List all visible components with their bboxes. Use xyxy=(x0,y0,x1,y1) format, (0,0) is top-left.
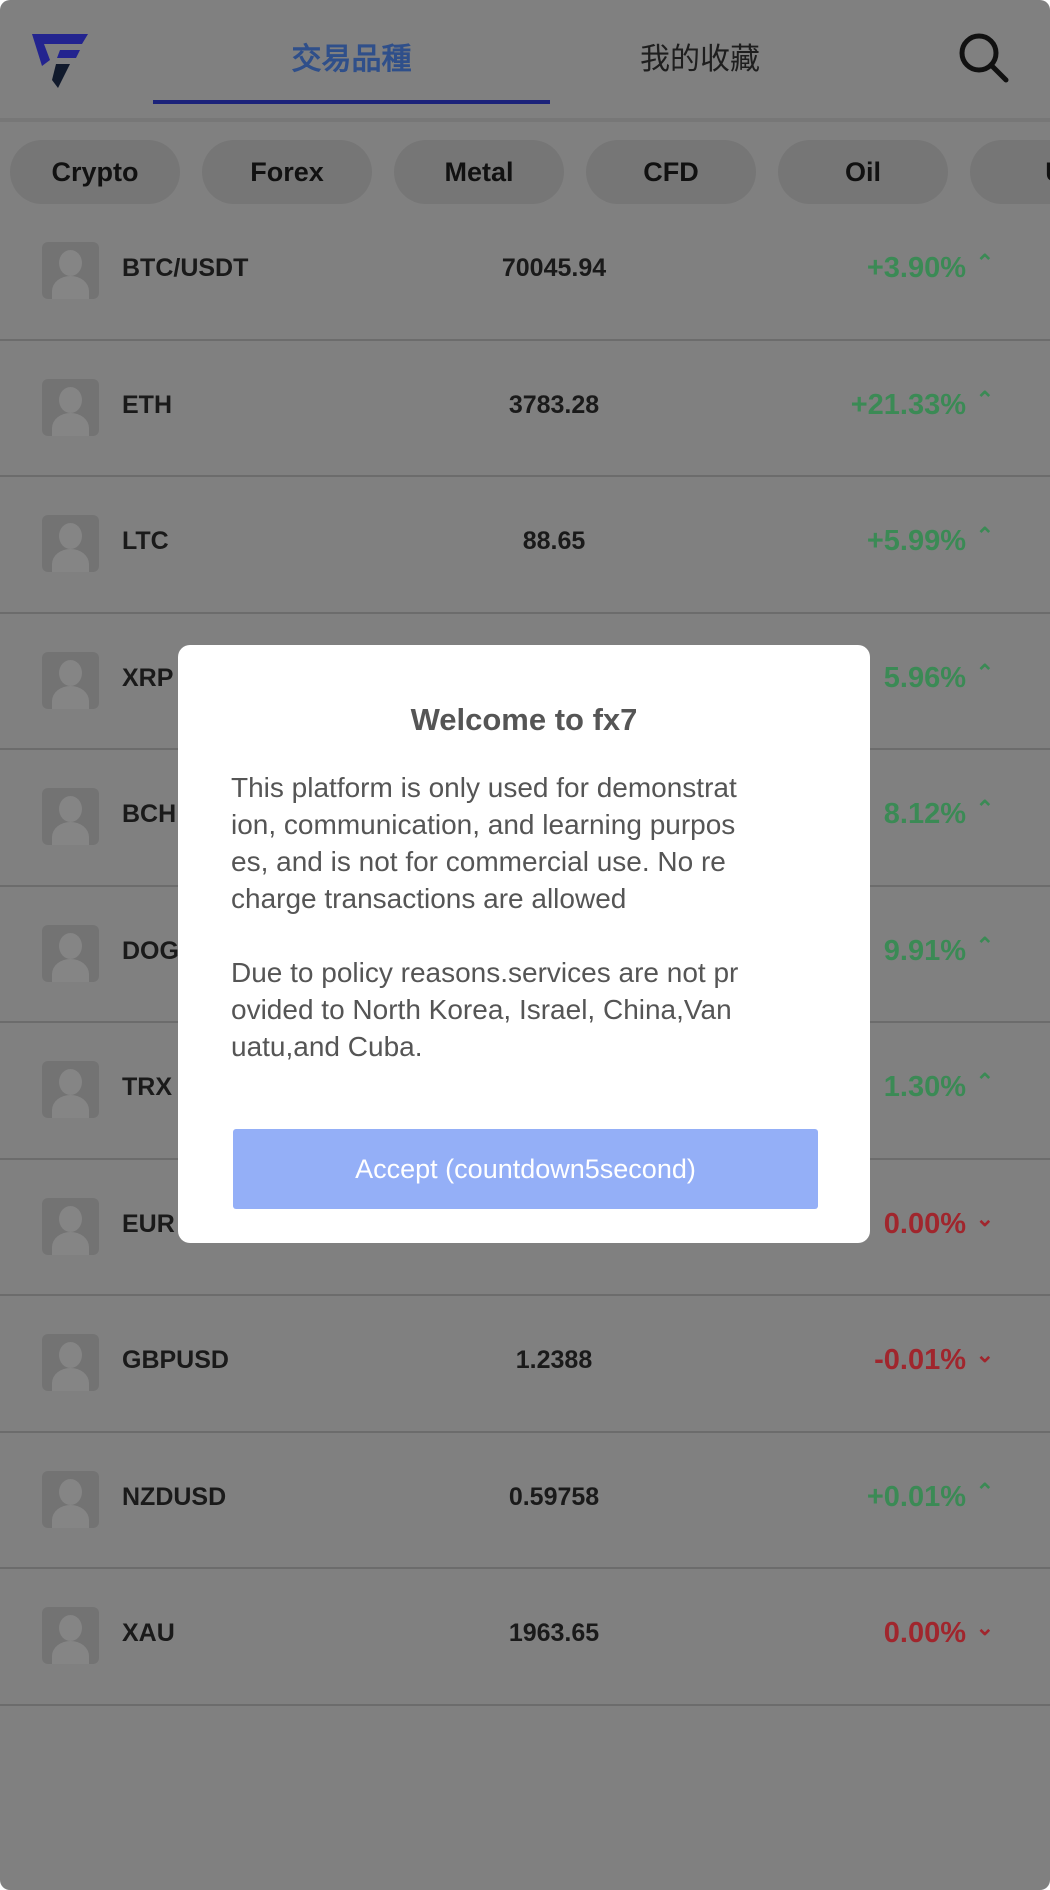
change-percent: 5.96% xyxy=(883,661,966,694)
body-line: es, and is not for commercial use. No re xyxy=(231,846,726,877)
change-percent: 0.00% xyxy=(883,1207,966,1240)
change-percent: 8.12% xyxy=(883,798,966,830)
chevron-up-icon: ⌃ xyxy=(975,659,994,685)
symbol: ETH xyxy=(122,390,172,419)
chevron-down-icon: ⌄ xyxy=(975,1205,994,1231)
change-percent: 0.00% xyxy=(883,1617,966,1649)
change-percent: +3.90% xyxy=(866,252,966,284)
active-tab-indicator xyxy=(153,100,550,104)
chip-crypto[interactable]: Crypto xyxy=(10,140,180,204)
dialog-title: Welcome to fx7 xyxy=(410,702,638,737)
change-percent: -0.01% xyxy=(874,1344,966,1376)
symbol: XRP xyxy=(122,663,174,692)
chevron-up-icon: ⌃ xyxy=(975,796,994,821)
chevron-up-icon: ⌃ xyxy=(975,523,994,548)
search-icon[interactable] xyxy=(958,32,1010,84)
change-percent: +0.01% xyxy=(866,1480,966,1513)
coin-avatar-icon xyxy=(42,515,99,572)
chevron-up-icon: ⌃ xyxy=(975,1069,994,1094)
instrument-row[interactable]: ETH 3783.28 +21.33% ⌃ xyxy=(0,341,1050,477)
instrument-row[interactable]: NZDUSD 0.59758 +0.01% ⌃ xyxy=(0,1433,1050,1569)
price: 88.65 xyxy=(522,527,586,555)
category-chips: Crypto Forex Metal CFD Oil U xyxy=(10,140,1050,204)
coin-avatar-icon xyxy=(42,1061,99,1118)
price: 70045.94 xyxy=(501,254,607,282)
accept-button[interactable]: Accept (countdown5second) xyxy=(233,1129,818,1209)
body-line: This platform is only used for demonstra… xyxy=(231,772,737,803)
symbol: DOG xyxy=(122,936,179,965)
coin-avatar-icon xyxy=(42,242,99,299)
body-line: Due to policy reasons.services are not p… xyxy=(231,957,739,988)
chevron-up-icon: ⌃ xyxy=(975,386,994,412)
body-line: uatu,and Cuba. xyxy=(231,1031,423,1062)
coin-avatar-icon xyxy=(42,788,99,845)
tab-trading-products[interactable]: 交易品種 xyxy=(153,40,550,80)
chevron-up-icon: ⌃ xyxy=(975,1478,994,1504)
chevron-up-icon: ⌃ xyxy=(975,250,994,275)
chip-metal[interactable]: Metal xyxy=(394,140,564,204)
instrument-row[interactable]: BTC/USDT 70045.94 +3.90% ⌃ xyxy=(0,204,1050,341)
body-line: charge transactions are allowed xyxy=(231,883,627,914)
instrument-row[interactable]: GBPUSD 1.2388 -0.01% ⌄ xyxy=(0,1296,1050,1433)
coin-avatar-icon xyxy=(42,378,99,436)
coin-avatar-icon xyxy=(42,924,99,982)
price: 3783.28 xyxy=(508,390,600,419)
header: 交易品種 我的收藏 xyxy=(0,0,1050,122)
symbol: TRX xyxy=(122,1073,172,1101)
chevron-down-icon: ⌄ xyxy=(975,1342,994,1367)
instrument-row[interactable]: XAU 1963.65 0.00% ⌄ xyxy=(0,1569,1050,1706)
coin-avatar-icon xyxy=(42,651,99,709)
change-percent: 9.91% xyxy=(883,934,966,967)
coin-avatar-icon xyxy=(42,1334,99,1391)
tab-favorites[interactable]: 我的收藏 xyxy=(550,40,850,80)
body-line: ovided to North Korea, Israel, China,Van xyxy=(231,994,732,1025)
chevron-up-icon: ⌃ xyxy=(975,932,994,958)
symbol: NZDUSD xyxy=(122,1482,227,1511)
dialog-body: This platform is only used for demonstra… xyxy=(231,769,831,1065)
change-percent: +5.99% xyxy=(866,525,966,557)
price: 0.59758 xyxy=(508,1482,600,1511)
symbol: LTC xyxy=(122,527,169,555)
symbol: BTC/USDT xyxy=(122,254,249,282)
chip-more[interactable]: U xyxy=(970,140,1050,204)
body-line: ion, communication, and learning purpos xyxy=(231,809,736,840)
brand-logo-icon xyxy=(32,34,88,88)
coin-avatar-icon xyxy=(42,1470,99,1528)
chip-oil[interactable]: Oil xyxy=(778,140,948,204)
coin-avatar-icon xyxy=(42,1197,99,1255)
price: 1.2388 xyxy=(515,1346,593,1374)
chip-cfd[interactable]: CFD xyxy=(586,140,756,204)
chip-forex[interactable]: Forex xyxy=(202,140,372,204)
symbol: BCH xyxy=(122,800,177,828)
symbol: GBPUSD xyxy=(122,1346,229,1374)
welcome-dialog: Welcome to fx7 This platform is only use… xyxy=(178,645,870,1243)
coin-avatar-icon xyxy=(42,1607,99,1664)
change-percent: +21.33% xyxy=(850,388,966,421)
change-percent: 1.30% xyxy=(883,1071,966,1103)
chevron-down-icon: ⌄ xyxy=(975,1615,994,1640)
symbol: XAU xyxy=(122,1619,175,1647)
price: 1963.65 xyxy=(508,1619,600,1647)
instrument-row[interactable]: LTC 88.65 +5.99% ⌃ xyxy=(0,477,1050,614)
symbol: EUR xyxy=(122,1209,175,1238)
